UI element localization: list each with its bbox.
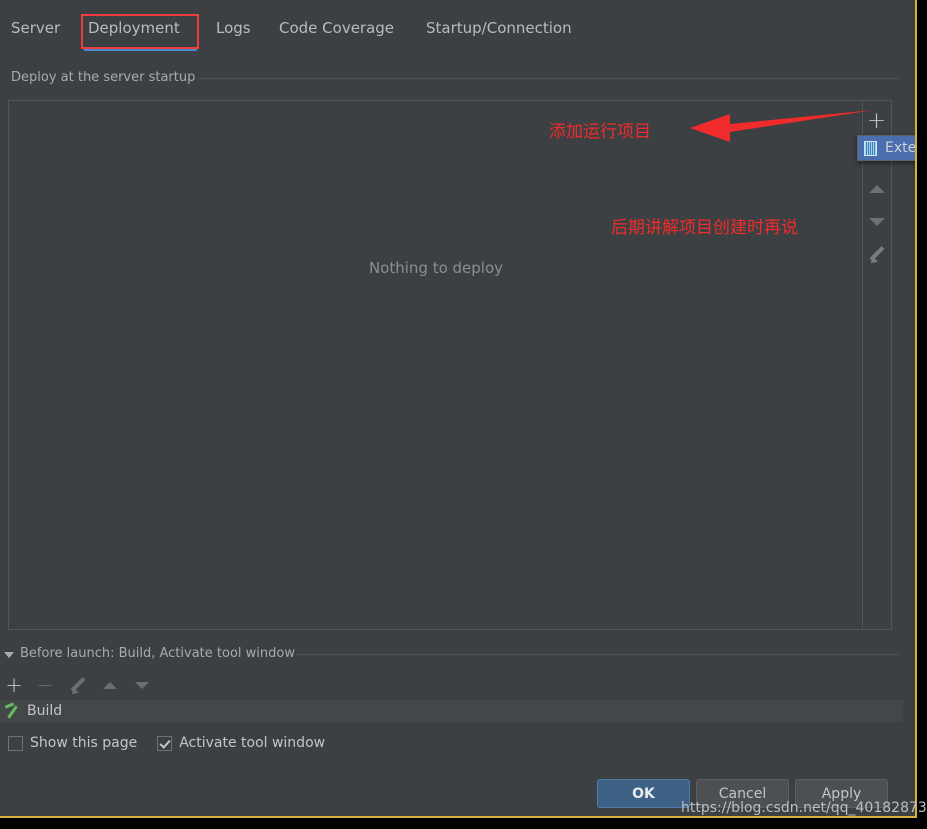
- plus-icon: +: [5, 673, 23, 697]
- before-launch-remove-button[interactable]: −: [33, 672, 57, 699]
- before-launch-move-down-button[interactable]: [130, 672, 154, 699]
- minus-icon: −: [36, 673, 54, 697]
- options-row: Show this page Activate tool window: [8, 732, 345, 754]
- move-up-button[interactable]: [862, 173, 891, 205]
- pencil-icon: [868, 246, 886, 264]
- add-deployment-popup-item[interactable]: Exte: [857, 135, 917, 161]
- ok-button[interactable]: OK: [597, 779, 690, 808]
- annotation-explain-later: 后期讲解项目创建时再说: [611, 218, 798, 238]
- tab-logs[interactable]: Logs: [216, 8, 251, 48]
- before-launch-header: Before launch: Build, Activate tool wind…: [0, 645, 915, 667]
- popup-item-label: Exte: [885, 140, 917, 156]
- arrow-up-icon: [868, 185, 885, 193]
- annotation-arrow-icon: [690, 110, 874, 142]
- show-this-page-label: Show this page: [30, 735, 138, 751]
- before-launch-label: Before launch: Build, Activate tool wind…: [20, 646, 295, 661]
- tab-server[interactable]: Server: [11, 8, 60, 48]
- before-launch-toolbar: + −: [0, 672, 915, 699]
- tab-startup-connection[interactable]: Startup/Connection: [426, 8, 572, 48]
- before-launch-divider: [296, 654, 899, 655]
- show-this-page-checkbox[interactable]: [8, 735, 23, 751]
- arrow-up-icon: [103, 682, 117, 689]
- edit-artifact-button[interactable]: [862, 239, 891, 271]
- deploy-panel: Nothing to deploy +: [8, 100, 892, 630]
- deploy-section-label: Deploy at the server startup: [11, 70, 196, 85]
- activate-tool-window-label: Activate tool window: [179, 735, 326, 751]
- before-launch-task-label: Build: [27, 703, 63, 719]
- annotation-add-run-item: 添加运行项目: [549, 122, 651, 142]
- hammer-icon: [4, 703, 20, 719]
- empty-list-message: Nothing to deploy: [368, 259, 504, 277]
- before-launch-edit-button[interactable]: [66, 672, 90, 699]
- before-launch-move-up-button[interactable]: [98, 672, 122, 699]
- move-down-button[interactable]: [862, 206, 891, 238]
- external-source-icon: [864, 140, 877, 156]
- tab-code-coverage[interactable]: Code Coverage: [279, 8, 394, 48]
- pencil-icon: [69, 677, 87, 695]
- tab-selected-underline: [84, 48, 197, 51]
- before-launch-task-build[interactable]: Build: [0, 700, 903, 722]
- tab-deployment[interactable]: Deployment: [88, 8, 180, 48]
- tab-bar: Server Deployment Logs Code Coverage Sta…: [0, 8, 915, 52]
- settings-dialog: Server Deployment Logs Code Coverage Sta…: [0, 0, 917, 818]
- arrow-down-icon: [868, 218, 885, 226]
- watermark: https://blog.csdn.net/qq_40182873: [681, 800, 927, 816]
- deployment-list-toolbar: +: [862, 101, 891, 629]
- deploy-section-header: Deploy at the server startup: [0, 68, 915, 92]
- collapse-triangle-icon[interactable]: [4, 652, 14, 658]
- section-divider: [198, 78, 899, 79]
- arrow-down-icon: [135, 682, 149, 689]
- before-launch-add-button[interactable]: +: [2, 672, 26, 699]
- activate-tool-window-checkbox[interactable]: [157, 735, 173, 751]
- deployment-list[interactable]: Nothing to deploy: [9, 101, 863, 629]
